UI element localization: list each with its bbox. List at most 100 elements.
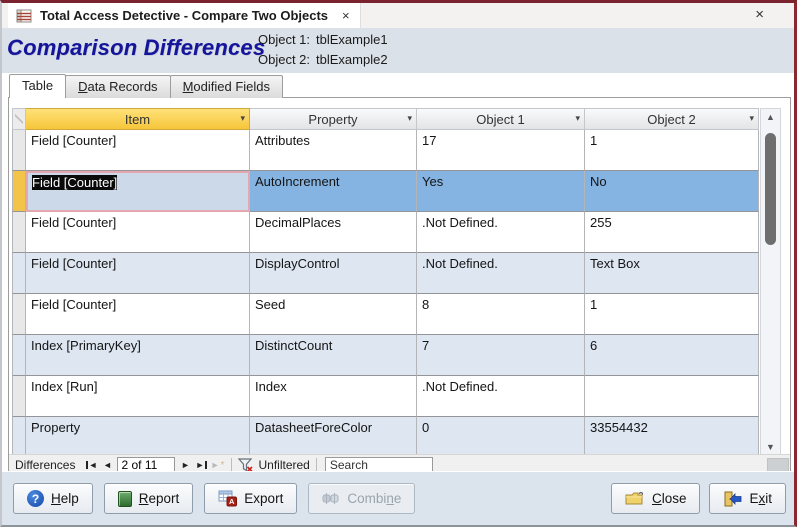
help-button[interactable]: ? Help [13, 483, 93, 514]
cell-object1[interactable]: .Not Defined. [417, 376, 585, 417]
object1-value: tblExample1 [316, 32, 388, 47]
scroll-down-icon[interactable]: ▼ [761, 442, 780, 452]
report-icon [117, 490, 132, 507]
differences-datasheet: Item ▾ Property ▾ Object 1 ▾ Object 2 ▾ Fiel… [12, 108, 781, 456]
folder-icon [625, 491, 645, 506]
row-selector[interactable] [12, 335, 26, 376]
row-selector[interactable] [12, 376, 26, 417]
table-row[interactable]: Field [Counter] DecimalPlaces .Not Defin… [12, 212, 781, 253]
new-record-star-icon: * [220, 459, 225, 471]
table-row[interactable]: Index [PrimaryKey] DistinctCount 7 6 [12, 335, 781, 376]
tab-table[interactable]: Table [9, 74, 67, 98]
row-selector[interactable] [12, 253, 26, 294]
page-title: Comparison Differences [7, 35, 266, 60]
close-button[interactable]: Close [610, 483, 701, 514]
cell-item[interactable]: Field [Counter] [26, 294, 250, 335]
cell-object2[interactable]: 1 [585, 294, 759, 335]
export-icon: A [218, 490, 238, 507]
cell-item[interactable]: Field [Counter] [26, 212, 250, 253]
cell-property[interactable]: DecimalPlaces [250, 212, 417, 253]
table-row[interactable]: Field [Counter] Attributes 17 1 [12, 130, 781, 171]
table-row-selected[interactable]: Field [Counter] AutoIncrement Yes No [12, 171, 781, 212]
object2-value: tblExample2 [316, 52, 388, 67]
cell-item[interactable]: Field [Counter] [26, 253, 250, 294]
select-all-corner[interactable] [12, 108, 26, 130]
cell-item[interactable]: Property [26, 417, 250, 456]
cell-property[interactable]: DistinctCount [250, 335, 417, 376]
row-selector[interactable] [12, 417, 26, 456]
vertical-scrollbar[interactable]: ▲ ▼ [760, 108, 781, 456]
new-record-button: ► * [210, 459, 225, 471]
cell-object1[interactable]: .Not Defined. [417, 212, 585, 253]
row-selector[interactable] [12, 130, 26, 171]
table-row[interactable]: Field [Counter] DisplayControl .Not Defi… [12, 253, 781, 294]
column-header-object2[interactable]: Object 2 ▾ [585, 108, 759, 130]
tab-data-records[interactable]: Data Records [65, 75, 171, 98]
combine-icon [322, 492, 340, 506]
cell-property[interactable]: DatasheetForeColor [250, 417, 417, 456]
dropdown-arrow-icon[interactable]: ▾ [407, 113, 412, 124]
datasheet-icon [16, 9, 32, 23]
row-selector[interactable] [12, 212, 26, 253]
current-cell-item[interactable]: Field [Counter] [26, 171, 250, 212]
right-button-group: Close Exit [610, 483, 786, 514]
report-button[interactable]: Report [103, 483, 194, 514]
cell-object1[interactable]: 0 [417, 417, 585, 456]
window-close-icon[interactable]: × [755, 6, 764, 23]
cell-object2[interactable]: 6 [585, 335, 759, 376]
cell-property[interactable]: Attributes [250, 130, 417, 171]
cell-object1[interactable]: .Not Defined. [417, 253, 585, 294]
cell-property[interactable]: Index [250, 376, 417, 417]
exit-door-icon [723, 491, 742, 507]
scroll-up-icon[interactable]: ▲ [761, 112, 780, 122]
dropdown-arrow-icon[interactable]: ▾ [575, 113, 580, 124]
export-button[interactable]: A Export [204, 483, 298, 514]
svg-text:A: A [229, 497, 235, 506]
cell-property[interactable]: AutoIncrement [250, 171, 417, 212]
cell-object2[interactable] [585, 376, 759, 417]
cell-object1[interactable]: Yes [417, 171, 585, 212]
app-window: Total Access Detective - Compare Two Obj… [0, 0, 797, 527]
cell-item[interactable]: Index [Run] [26, 376, 250, 417]
cell-property[interactable]: DisplayControl [250, 253, 417, 294]
column-header-property[interactable]: Property ▾ [250, 108, 417, 130]
dropdown-arrow-icon[interactable]: ▾ [749, 113, 754, 124]
row-selector[interactable] [12, 294, 26, 335]
cell-item[interactable]: Field [Counter] [26, 130, 250, 171]
cell-object2[interactable]: 33554432 [585, 417, 759, 456]
last-record-button[interactable]: ► [193, 460, 209, 470]
next-record-button[interactable]: ► [177, 460, 193, 470]
dropdown-arrow-icon[interactable]: ▾ [240, 113, 245, 124]
row-selector[interactable] [12, 171, 26, 212]
object2-line: Object 2: tblExample2 [258, 50, 388, 70]
exit-button[interactable]: Exit [709, 483, 786, 514]
cell-object2[interactable]: Text Box [585, 253, 759, 294]
document-tab[interactable]: Total Access Detective - Compare Two Obj… [8, 3, 361, 28]
cell-object2[interactable]: No [585, 171, 759, 212]
cell-object1[interactable]: 7 [417, 335, 585, 376]
cell-item[interactable]: Index [PrimaryKey] [26, 335, 250, 376]
compared-objects: Object 1: tblExample1 Object 2: tblExample… [258, 30, 388, 70]
previous-record-button[interactable]: ◄ [99, 460, 115, 470]
column-header-item[interactable]: Item ▾ [26, 108, 250, 130]
first-record-button[interactable]: ◄ [83, 460, 99, 470]
tab-page: Item ▾ Property ▾ Object 1 ▾ Object 2 ▾ Fiel… [8, 97, 791, 476]
cell-object1[interactable]: 17 [417, 130, 585, 171]
tab-modified-fields[interactable]: Modified Fields [169, 75, 284, 98]
cell-object1[interactable]: 8 [417, 294, 585, 335]
cell-object2[interactable]: 1 [585, 130, 759, 171]
button-bar: ? Help Report A Export Combine Close Exi… [2, 471, 794, 525]
table-row[interactable]: Index [Run] Index .Not Defined. [12, 376, 781, 417]
object1-label: Object 1: [258, 32, 311, 47]
scrollbar-thumb[interactable] [765, 133, 776, 245]
document-tab-bar: Total Access Detective - Compare Two Obj… [2, 3, 794, 28]
tab-strip: Table Data Records Modified Fields [9, 74, 284, 98]
table-row[interactable]: Field [Counter] Seed 8 1 [12, 294, 781, 335]
table-row[interactable]: Property DatasheetForeColor 0 33554432 [12, 417, 781, 456]
cell-property[interactable]: Seed [250, 294, 417, 335]
cell-object2[interactable]: 255 [585, 212, 759, 253]
record-set-label: Differences [15, 458, 76, 472]
column-header-object1[interactable]: Object 1 ▾ [417, 108, 585, 130]
combine-button: Combine [308, 483, 416, 514]
document-close-icon[interactable]: × [342, 8, 350, 23]
